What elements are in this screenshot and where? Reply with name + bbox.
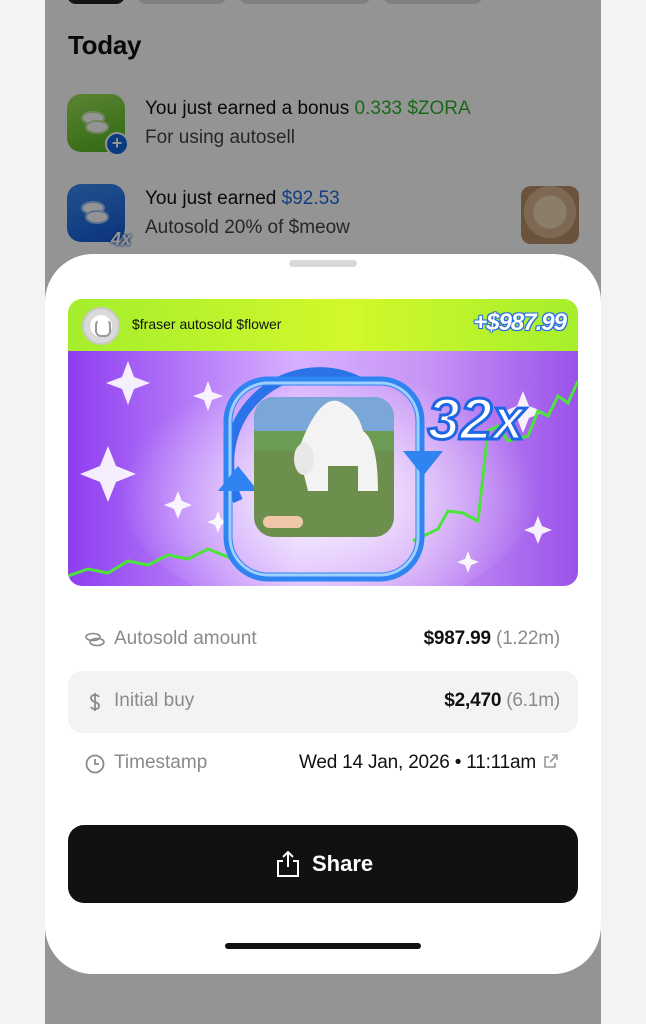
bottom-sheet: $fraser autosold $flower +$987.99 32x Au… <box>45 254 601 974</box>
avatar <box>82 307 120 345</box>
share-icon <box>277 850 299 877</box>
stat-subvalue: (1.22m) <box>495 628 560 649</box>
stat-value: $987.99 <box>423 628 491 649</box>
stat-row-timestamp[interactable]: Timestamp Wed 14 Jan, 2026 • 11:11am <box>68 733 578 795</box>
stat-value: $2,470 <box>444 690 502 711</box>
share-button[interactable]: Share <box>68 825 578 903</box>
external-link-icon[interactable] <box>542 752 560 770</box>
stat-label: Autosold amount <box>114 628 257 649</box>
card-artwork: 32x <box>68 351 578 586</box>
share-card: $fraser autosold $flower +$987.99 32x <box>68 299 578 586</box>
stat-value: Wed 14 Jan, 2026 • 11:11am <box>298 752 536 773</box>
clock-icon <box>85 754 105 774</box>
coins-icon <box>85 632 105 647</box>
home-indicator <box>225 943 421 949</box>
card-title: $fraser autosold $flower <box>132 316 282 332</box>
card-amount: +$987.99 <box>473 309 567 336</box>
stat-label: Initial buy <box>114 690 195 711</box>
stat-row-autosold: Autosold amount $987.99 (1.22m) <box>68 609 578 671</box>
stat-label: Timestamp <box>114 752 208 773</box>
multiplier-label: 32x <box>428 387 528 452</box>
sheet-grabber[interactable] <box>289 260 357 267</box>
dollar-icon <box>90 693 100 711</box>
stat-subvalue: (6.1m) <box>506 690 560 711</box>
card-header: $fraser autosold $flower +$987.99 <box>68 299 578 351</box>
stat-row-initial-buy: Initial buy $2,470 (6.1m) <box>68 671 578 733</box>
share-label: Share <box>312 851 374 876</box>
